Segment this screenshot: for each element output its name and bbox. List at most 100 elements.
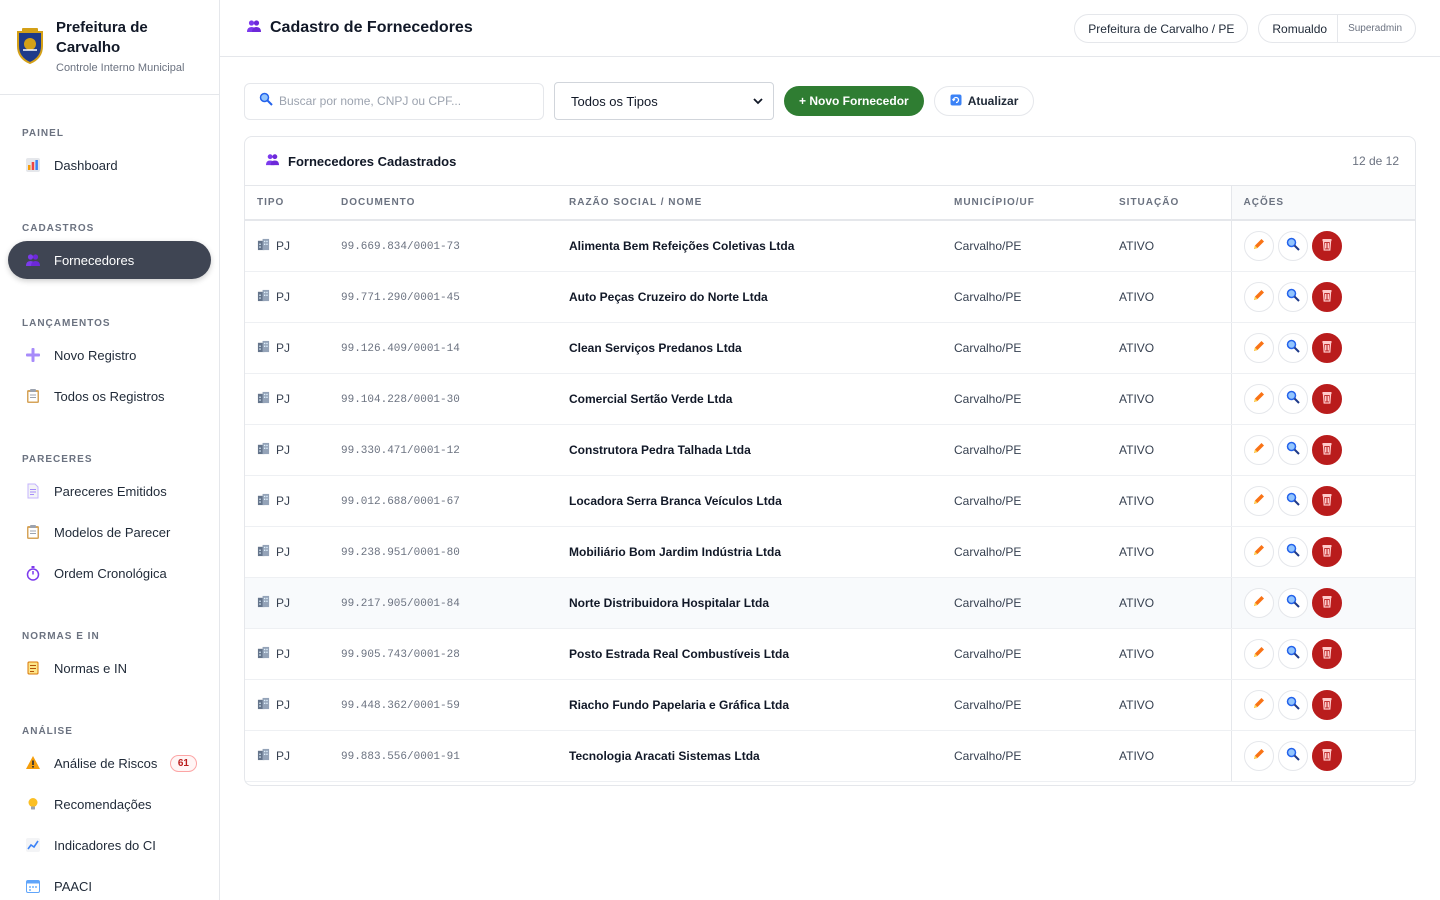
table-row[interactable]: PJ 99.012.688/0001-67 Locadora Serra Branc… [245,475,1415,527]
sidebar-item-modelos-parecer[interactable]: Modelos de Parecer [8,513,211,551]
view-button[interactable] [1277,332,1308,363]
search-input[interactable] [279,94,529,108]
calendar-icon [24,877,42,895]
table-row[interactable]: PJ 99.330.471/0001-12 Construtora Pedra Ta… [245,424,1415,476]
magnifier-icon [1286,390,1300,407]
view-button[interactable] [1277,587,1308,618]
col-header-razao-social[interactable]: RAZÃO SOCIAL / NOME [569,186,954,221]
clipboard-icon [24,523,42,541]
col-header-acoes: AÇÕES [1230,186,1415,221]
sidebar-item-fornecedores[interactable]: Fornecedores [8,241,211,279]
sidebar-item-todos-registros[interactable]: Todos os Registros [8,377,211,415]
cell-municipio: Carvalho/PE [954,340,1022,355]
user-menu[interactable]: Romualdo Superadmin [1258,14,1416,43]
view-button[interactable] [1277,638,1308,669]
sidebar-item-dashboard[interactable]: Dashboard [8,146,211,184]
delete-button[interactable] [1311,485,1342,516]
col-header-documento[interactable]: DOCUMENTO [341,186,569,221]
sidebar-item-indicadores[interactable]: Indicadores do CI [8,826,211,864]
refresh-button[interactable]: Atualizar [933,86,1035,116]
edit-button[interactable] [1243,485,1274,516]
edit-button[interactable] [1243,281,1274,312]
search-box [244,82,544,120]
table-row[interactable]: PJ 99.104.228/0001-30 Comercial Sertão Ver… [245,373,1415,425]
delete-button[interactable] [1311,536,1342,567]
edit-button[interactable] [1243,230,1274,261]
view-button[interactable] [1277,281,1308,312]
view-button[interactable] [1277,434,1308,465]
cell-municipio: Carvalho/PE [954,544,1022,559]
sidebar-item-paaci[interactable]: PAACI [8,867,211,900]
trash-icon [1320,543,1334,560]
pencil-icon [1252,543,1266,560]
edit-button[interactable] [1243,434,1274,465]
magnifier-icon [1286,288,1300,305]
magnifier-icon [1286,747,1300,764]
edit-button[interactable] [1243,332,1274,363]
pencil-icon [1252,645,1266,662]
sidebar-item-label: Novo Registro [54,347,137,363]
top-header: Cadastro de Fornecedores Prefeitura de C… [220,0,1440,57]
building-icon [257,289,270,305]
view-button[interactable] [1277,485,1308,516]
sidebar-item-analise-riscos[interactable]: Análise de Riscos 61 [8,744,211,782]
lightbulb-icon [24,795,42,813]
scroll-icon [24,659,42,677]
cell-municipio: Carvalho/PE [954,493,1022,508]
view-button[interactable] [1277,536,1308,567]
delete-button[interactable] [1311,434,1342,465]
delete-button[interactable] [1311,740,1342,771]
new-supplier-button[interactable]: + Novo Fornecedor [784,86,924,116]
edit-button[interactable] [1243,638,1274,669]
cell-situacao: ATIVO [1119,697,1155,712]
delete-button[interactable] [1311,638,1342,669]
sidebar-item-novo-registro[interactable]: Novo Registro [8,336,211,374]
delete-button[interactable] [1311,587,1342,618]
view-button[interactable] [1277,383,1308,414]
delete-button[interactable] [1311,689,1342,720]
view-button[interactable] [1277,230,1308,261]
sidebar-item-recomendacoes[interactable]: Recomendações [8,785,211,823]
view-button[interactable] [1277,740,1308,771]
magnifier-icon [1286,492,1300,509]
delete-button[interactable] [1311,230,1342,261]
sidebar-item-normas-in[interactable]: Normas e IN [8,649,211,687]
col-header-tipo[interactable]: TIPO [245,186,341,221]
delete-button[interactable] [1311,281,1342,312]
cell-documento: 99.238.951/0001-80 [341,547,460,559]
table-row[interactable]: PJ 99.771.290/0001-45 Auto Peças Cruzeiro … [245,271,1415,323]
delete-button[interactable] [1311,332,1342,363]
type-filter-select[interactable]: Todos os Tipos [554,82,774,120]
entity-selector[interactable]: Prefeitura de Carvalho / PE [1074,14,1249,43]
edit-button[interactable] [1243,536,1274,567]
table-row[interactable]: PJ 99.126.409/0001-14 Clean Serviços Preda… [245,322,1415,374]
trash-icon [1320,441,1334,458]
table-row[interactable]: PJ 99.217.905/0001-84 Norte Distribuidora … [245,577,1415,629]
sidebar-item-ordem-cronologica[interactable]: Ordem Cronológica [8,554,211,592]
table-row[interactable]: PJ 99.669.834/0001-73 Alimenta Bem Refeiçõ… [245,220,1415,272]
edit-button[interactable] [1243,587,1274,618]
table-row[interactable]: PJ 99.448.362/0001-59 Riacho Fundo Papelar… [245,679,1415,731]
col-header-municipio[interactable]: MUNICÍPIO/UF [954,186,1119,221]
edit-button[interactable] [1243,383,1274,414]
cell-tipo: PJ [276,595,291,610]
table-row[interactable]: PJ 99.883.556/0001-91 Tecnologia Aracati S… [245,730,1415,782]
edit-button[interactable] [1243,689,1274,720]
table-row[interactable]: PJ 99.238.951/0001-80 Mobiliário Bom Jardi… [245,526,1415,578]
building-icon [257,442,270,458]
cell-municipio: Carvalho/PE [954,442,1022,457]
view-button[interactable] [1277,689,1308,720]
brand-title: Prefeitura de Carvalho [56,19,148,56]
building-icon [257,748,270,764]
edit-button[interactable] [1243,740,1274,771]
col-header-situacao[interactable]: SITUAÇÃO [1119,186,1231,221]
sidebar-item-label: Pareceres Emitidos [54,483,167,499]
trash-icon [1320,390,1334,407]
people-icon [24,251,42,269]
people-icon [265,152,280,170]
delete-button[interactable] [1311,383,1342,414]
sidebar-item-label: Ordem Cronológica [54,565,167,581]
sidebar-item-pareceres-emitidos[interactable]: Pareceres Emitidos [8,472,211,510]
refresh-label: Atualizar [967,94,1019,108]
table-row[interactable]: PJ 99.905.743/0001-28 Posto Estrada Real C… [245,628,1415,680]
